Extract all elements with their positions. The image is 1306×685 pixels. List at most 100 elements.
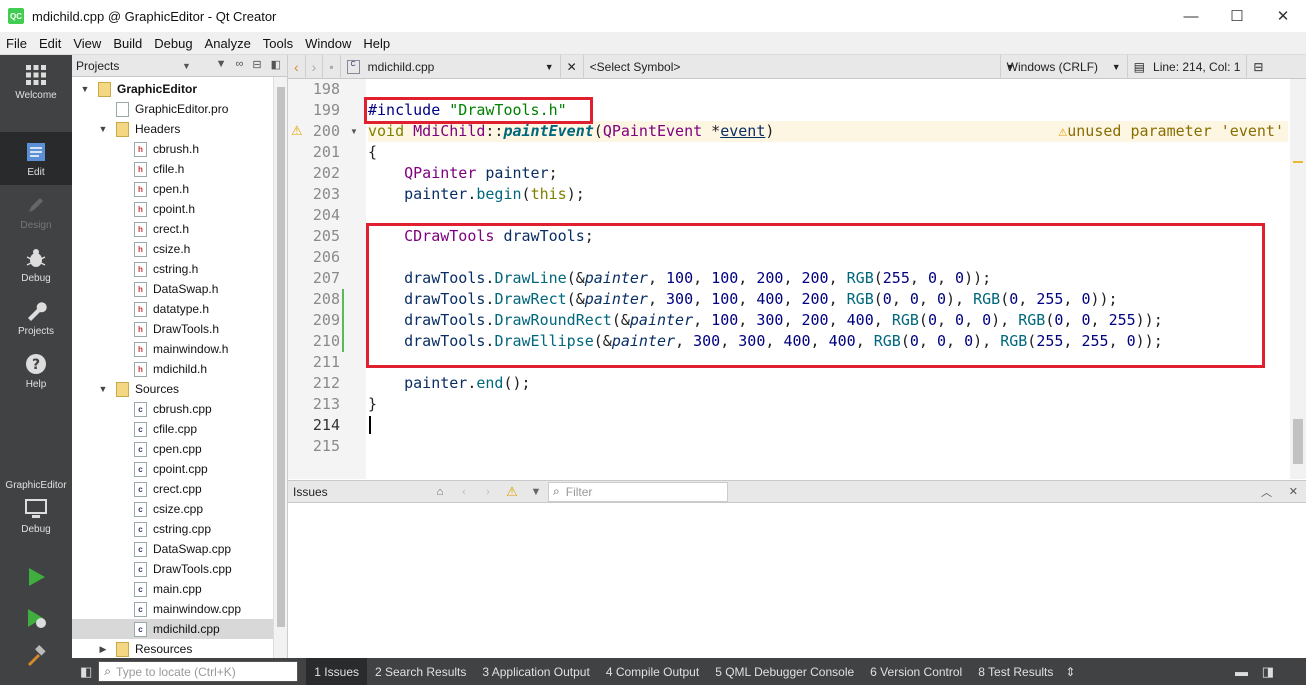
changed-lines-marker (342, 289, 344, 352)
output-tab-version-control[interactable]: 6 Version Control (862, 658, 970, 685)
tree-file[interactable]: c main.cpp (72, 579, 287, 599)
tree-file[interactable]: h DrawTools.h (72, 319, 287, 339)
split-icon[interactable]: ⊟ (252, 58, 261, 71)
chevron-right-icon[interactable]: ▶ (98, 644, 108, 655)
tree-file[interactable]: c cfile.cpp (72, 419, 287, 439)
tree-file[interactable]: c mainwindow.cpp (72, 599, 287, 619)
next-issue-icon[interactable]: › (476, 486, 500, 498)
kit-project-name: GraphicEditor (5, 479, 67, 491)
warning-filter-icon[interactable]: ⚠ (500, 484, 524, 500)
split-editor-button[interactable]: ⊟ (1246, 54, 1269, 79)
tree-item-label: datatype.h (153, 302, 210, 316)
close-pane-icon[interactable]: ◧ (271, 58, 281, 71)
tree-file[interactable]: h cpen.h (72, 179, 287, 199)
open-documents-combo[interactable]: C mdichild.cpp ▼ (341, 54, 561, 79)
locator-input[interactable]: ⌕ Type to locate (Ctrl+K) (98, 661, 299, 682)
tree-file[interactable]: c mdichild.cpp (72, 619, 287, 639)
prev-issue-icon[interactable]: ‹ (452, 486, 476, 498)
tree-file[interactable]: h DataSwap.h (72, 279, 287, 299)
forward-button[interactable]: › (306, 54, 324, 79)
maximize-pane-icon[interactable]: ︿ (1261, 484, 1272, 500)
mode-edit[interactable]: Edit (0, 132, 72, 185)
clean-icon[interactable]: ⌂ (428, 486, 452, 498)
issues-filter-input[interactable]: ⌕ Filter (548, 481, 728, 502)
cursor-position[interactable]: ▤ Line: 214, Col: 1 (1128, 55, 1247, 79)
tree-file[interactable]: GraphicEditor.pro (72, 99, 287, 119)
editor-scrollbar[interactable] (1290, 79, 1306, 479)
output-tab-test-results[interactable]: 8 Test Results (970, 658, 1061, 685)
tree-file[interactable]: h cpoint.h (72, 199, 287, 219)
toggle-right-sidebar-icon[interactable]: ◨ (1262, 664, 1274, 680)
menu-build[interactable]: Build (107, 36, 148, 51)
code-editor[interactable]: 198 199 200 201 202 203 204 205 206 207 208 209 210 2… (288, 79, 1306, 479)
close-button[interactable]: ✕ (1260, 0, 1306, 32)
build-button[interactable] (0, 633, 72, 681)
close-document-button[interactable]: ✕ (561, 54, 584, 79)
filter-icon[interactable]: ▼ (524, 486, 548, 498)
output-tab-search-results[interactable]: 2 Search Results (367, 658, 474, 685)
tree-file[interactable]: h datatype.h (72, 299, 287, 319)
filter-icon[interactable]: ▼ (216, 58, 227, 71)
menu-analyze[interactable]: Analyze (199, 36, 257, 51)
output-tab-application-output[interactable]: 3 Application Output (474, 658, 597, 685)
menu-tools[interactable]: Tools (257, 36, 299, 51)
tree-folder[interactable]: ▼ Sources (72, 379, 287, 399)
chevron-down-icon[interactable]: ▼ (98, 124, 108, 134)
tree-folder[interactable]: ▶ Resources (72, 639, 287, 658)
tree-file[interactable]: h mainwindow.h (72, 339, 287, 359)
tree-file[interactable]: c DataSwap.cpp (72, 539, 287, 559)
wrench-icon (24, 299, 48, 323)
mode-welcome[interactable]: Welcome (0, 55, 72, 108)
tree-scrollbar[interactable] (273, 77, 287, 658)
tree-folder[interactable]: ▼ Headers (72, 119, 287, 139)
output-tab-issues[interactable]: 1 Issues (306, 658, 367, 685)
tree-file[interactable]: h cfile.h (72, 159, 287, 179)
menu-window[interactable]: Window (299, 36, 357, 51)
line-ending-combo[interactable]: Windows (CRLF) ▼ (999, 54, 1128, 79)
tree-file[interactable]: c DrawTools.cpp (72, 559, 287, 579)
navigator-title[interactable]: Projects (76, 59, 119, 73)
tree-file[interactable]: h cbrush.h (72, 139, 287, 159)
pro-file-icon (116, 101, 129, 117)
more-tabs-icon[interactable]: ⇕ (1065, 665, 1075, 679)
menu-help[interactable]: Help (357, 36, 396, 51)
fold-marker-icon[interactable]: ▼ (350, 127, 358, 136)
close-pane-icon[interactable]: ✕ (1289, 485, 1298, 498)
mode-projects[interactable]: Projects (0, 291, 72, 344)
tree-file[interactable]: c cpen.cpp (72, 439, 287, 459)
tree-file[interactable]: c crect.cpp (72, 479, 287, 499)
maximize-button[interactable]: ☐ (1214, 0, 1260, 32)
h-file-icon: h (134, 321, 147, 337)
link-icon[interactable]: ∞ (236, 58, 244, 71)
output-tab-qml-debugger-console[interactable]: 5 QML Debugger Console (707, 658, 862, 685)
kit-selector[interactable]: GraphicEditor Debug (0, 467, 72, 547)
back-button[interactable]: ‹ (288, 54, 306, 79)
menu-debug[interactable]: Debug (148, 36, 198, 51)
tree-file[interactable]: c csize.cpp (72, 499, 287, 519)
tree-file[interactable]: h cstring.h (72, 259, 287, 279)
minimize-button[interactable]: — (1168, 0, 1214, 32)
tree-file[interactable]: c cpoint.cpp (72, 459, 287, 479)
h-file-icon: h (134, 341, 147, 357)
mode-help[interactable]: ? Help (0, 344, 72, 397)
mode-design[interactable]: Design (0, 185, 72, 238)
output-tab-compile-output[interactable]: 4 Compile Output (598, 658, 707, 685)
navigator-dropdown-chevron-icon[interactable]: ▼ (182, 61, 191, 71)
tree-folder[interactable]: ▼ GraphicEditor (72, 79, 287, 99)
mode-debug[interactable]: Debug (0, 238, 72, 291)
tree-file[interactable]: h csize.h (72, 239, 287, 259)
document-outline-icon: ▤ (1133, 59, 1146, 74)
menu-view[interactable]: View (67, 36, 107, 51)
tree-file[interactable]: c cbrush.cpp (72, 399, 287, 419)
menu-edit[interactable]: Edit (33, 36, 67, 51)
h-file-icon: h (134, 221, 147, 237)
chevron-down-icon[interactable]: ▼ (80, 84, 90, 94)
tree-file[interactable]: c cstring.cpp (72, 519, 287, 539)
menu-file[interactable]: File (0, 36, 33, 51)
progress-details-icon[interactable]: ▬ (1235, 664, 1248, 679)
symbol-combo[interactable]: <Select Symbol> ▼ (584, 55, 1015, 79)
toggle-sidebar-icon[interactable]: ◧ (80, 664, 92, 680)
tree-file[interactable]: h mdichild.h (72, 359, 287, 379)
chevron-down-icon[interactable]: ▼ (98, 384, 108, 394)
tree-file[interactable]: h crect.h (72, 219, 287, 239)
